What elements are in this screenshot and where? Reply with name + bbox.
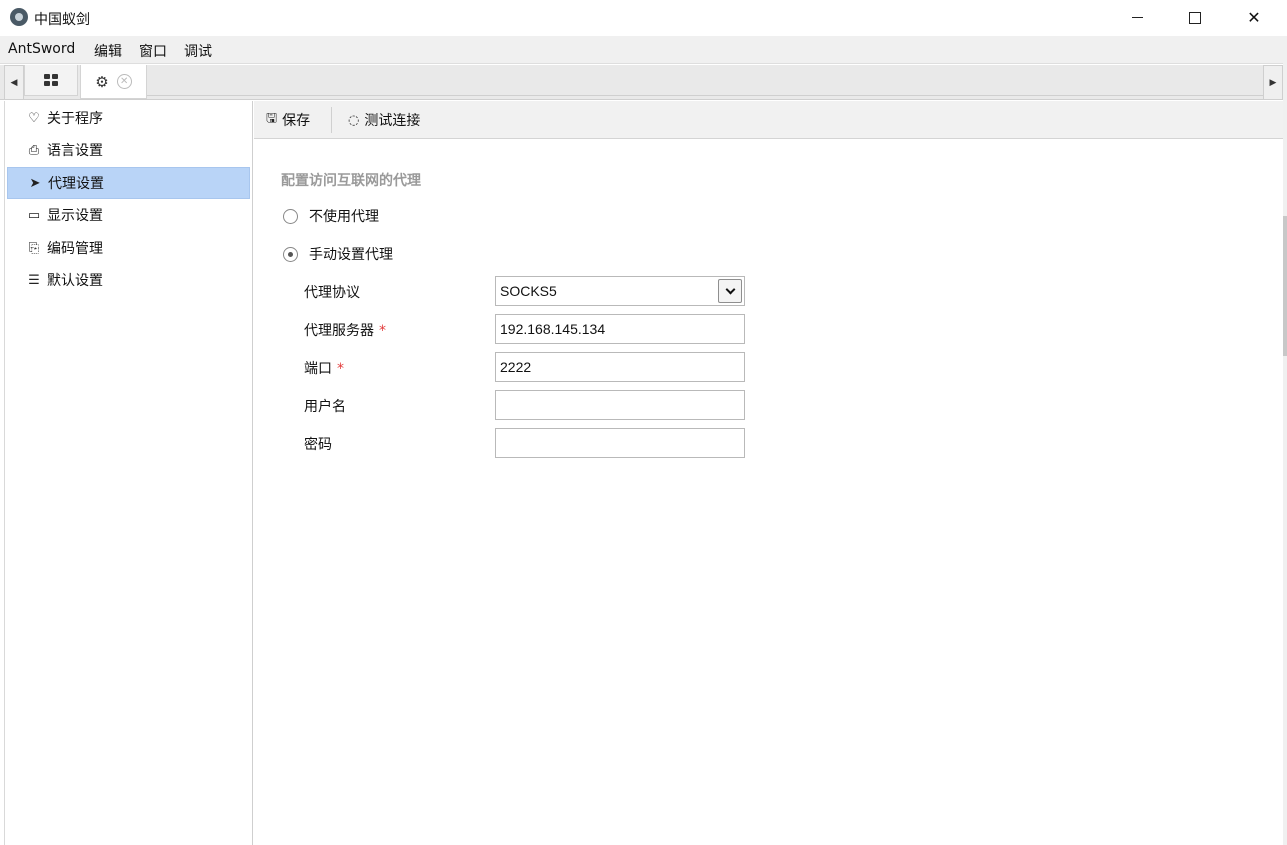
toolbar-divider (331, 107, 332, 133)
username-input[interactable] (495, 390, 745, 420)
heart-icon: ♡ (28, 110, 40, 126)
antsword-logo-icon (10, 8, 28, 26)
caret-left-icon: ◀ (10, 77, 18, 88)
gear-icon: ⚙ (95, 72, 109, 91)
test-connection-label: 测试连接 (364, 113, 421, 129)
window-scrollbar[interactable] (1283, 36, 1287, 845)
sidebar-item-language[interactable]: ⎙ 语言设置 (7, 134, 250, 166)
protocol-value: SOCKS5 (500, 283, 557, 299)
sidebar-item-label: 编码管理 (47, 241, 103, 257)
proxy-toolbar: 🖫 保存 ◌ 测试连接 (254, 101, 1283, 139)
sidebar-item-label: 语言设置 (47, 143, 103, 159)
manual-proxy-option[interactable]: 手动设置代理 (283, 244, 393, 264)
password-label: 密码 (304, 437, 332, 453)
menu-edit[interactable]: 编辑 (94, 41, 122, 61)
caret-right-icon: ▶ (1269, 77, 1277, 88)
sidebar-item-defaults[interactable]: ☰ 默认设置 (7, 264, 250, 296)
menu-debug[interactable]: 调试 (184, 41, 212, 61)
password-input[interactable] (495, 428, 745, 458)
menu-window[interactable]: 窗口 (139, 41, 167, 61)
save-button[interactable]: 🖫 保存 (266, 101, 310, 139)
server-label: 代理服务器 * (304, 323, 386, 339)
required-marker: * (379, 323, 386, 339)
proxy-settings-panel: 配置访问互联网的代理 不使用代理 手动设置代理 代理协议 SOCKS5 代理服务… (254, 140, 1283, 845)
sidebar-item-about[interactable]: ♡ 关于程序 (7, 102, 250, 134)
maximize-button[interactable] (1166, 0, 1224, 35)
manual-proxy-radio[interactable] (283, 246, 298, 262)
dropdown-button[interactable] (718, 279, 742, 303)
maximize-icon (1189, 11, 1201, 24)
floppy-disk-icon: 🖫 (266, 111, 278, 126)
save-button-label: 保存 (282, 113, 311, 129)
sidebar-item-display[interactable]: ▭ 显示设置 (7, 199, 250, 231)
sidebar-item-label: 显示设置 (47, 208, 103, 224)
settings-sidebar: ♡ 关于程序 ⎙ 语言设置 ➤ 代理设置 ▭ 显示设置 ⎘ 编码管理 ☰ 默认设… (4, 101, 253, 845)
title-bar: 中国蚁剑 ✕ (0, 0, 1287, 35)
close-tab-icon[interactable]: ✕ (116, 74, 132, 89)
window-title: 中国蚁剑 (34, 12, 90, 28)
tab-scroll-left-button[interactable]: ◀ (4, 65, 24, 100)
tab-home[interactable] (24, 65, 78, 96)
server-input[interactable]: 192.168.145.134 (495, 314, 745, 344)
sidebar-item-label: 关于程序 (47, 111, 103, 127)
paper-plane-icon: ➤ (29, 175, 41, 191)
sidebar-item-encoding[interactable]: ⎘ 编码管理 (7, 232, 250, 264)
port-label: 端口 * (304, 361, 344, 377)
section-title: 配置访问互联网的代理 (281, 173, 421, 189)
protocol-select[interactable]: SOCKS5 (495, 276, 745, 306)
no-proxy-radio[interactable] (283, 208, 298, 224)
chevron-down-icon (725, 284, 735, 294)
code-file-icon: ⎘ (28, 240, 40, 256)
no-proxy-label: 不使用代理 (309, 209, 379, 225)
grid-icon (44, 74, 58, 86)
port-value: 2222 (500, 359, 532, 375)
tab-bar: ◀ ⚙ ✕ ▶ (0, 65, 1283, 100)
spinner-icon: ◌ (348, 112, 360, 128)
manual-proxy-label: 手动设置代理 (309, 247, 393, 263)
test-connection-button[interactable]: ◌ 测试连接 (348, 101, 420, 139)
monitor-icon: ▭ (27, 207, 41, 223)
sidebar-item-label: 默认设置 (47, 273, 103, 289)
minimize-icon (1131, 17, 1143, 18)
minimize-button[interactable] (1108, 0, 1166, 35)
menu-bar: AntSword 编辑 窗口 调试 (0, 36, 1287, 64)
username-label: 用户名 (304, 399, 346, 415)
sidebar-item-label: 代理设置 (48, 176, 104, 192)
close-icon: ✕ (1247, 8, 1261, 27)
menu-antsword[interactable]: AntSword (8, 41, 75, 57)
sliders-icon: ☰ (28, 272, 40, 288)
protocol-label: 代理协议 (304, 285, 360, 301)
no-proxy-option[interactable]: 不使用代理 (283, 206, 379, 226)
port-input[interactable]: 2222 (495, 352, 745, 382)
close-window-button[interactable]: ✕ (1225, 0, 1283, 35)
server-value: 192.168.145.134 (500, 321, 606, 337)
language-icon: ⎙ (28, 142, 40, 158)
tab-scroll-right-button[interactable]: ▶ (1263, 65, 1283, 100)
sidebar-item-proxy[interactable]: ➤ 代理设置 (7, 167, 250, 199)
required-marker: * (337, 361, 344, 377)
tab-settings[interactable]: ⚙ ✕ (80, 65, 147, 99)
scrollbar-thumb[interactable] (1283, 216, 1287, 356)
